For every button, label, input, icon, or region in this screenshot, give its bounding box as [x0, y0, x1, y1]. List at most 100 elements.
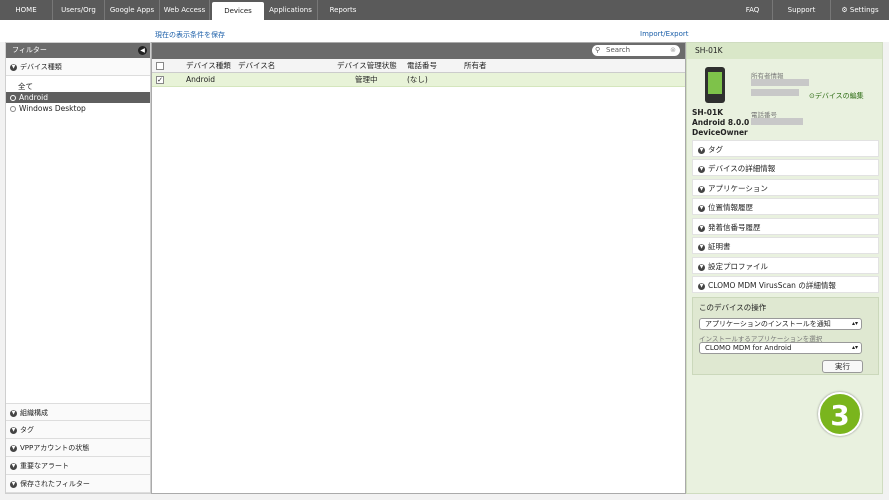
action-select-value: アプリケーションのインストールを通知	[705, 320, 831, 328]
chevron-down-icon: ▼	[698, 165, 705, 173]
accordion-applications[interactable]: ▼ アプリケーション	[692, 179, 879, 196]
save-view-link[interactable]: 現在の表示条件を保存	[155, 30, 225, 40]
accordion-virusscan-label: CLOMO MDM VirusScan の詳細情報	[708, 281, 836, 290]
step-number-badge: 3	[818, 392, 862, 436]
accordion-virusscan[interactable]: ▼ CLOMO MDM VirusScan の詳細情報	[692, 276, 879, 293]
accordion-profiles[interactable]: ▼ 設定プロファイル	[692, 257, 879, 274]
filter-android[interactable]: Android	[6, 92, 150, 103]
filter-title: フィルター	[12, 46, 47, 54]
action-select[interactable]: アプリケーションのインストールを通知 ▴▾	[699, 318, 862, 330]
device-model: SH-01K	[692, 108, 724, 117]
tab-users-org[interactable]: Users/Org	[53, 0, 105, 20]
table-header: デバイス種類 デバイス名 デバイス管理状態 電話番号 所有者	[152, 59, 685, 73]
edit-device-link[interactable]: ⊙デバイスの編集	[809, 91, 864, 101]
chevron-down-icon: ▼	[698, 146, 705, 154]
chevron-down-icon: ▼	[698, 243, 705, 251]
ops-title: このデバイスの操作	[699, 303, 767, 312]
faq-link[interactable]: FAQ	[733, 0, 773, 20]
chevron-updown-icon: ▴▾	[851, 344, 858, 351]
gear-icon: ⚙	[841, 6, 848, 14]
chevron-down-icon: ▼	[698, 282, 705, 290]
radio-icon	[10, 95, 16, 101]
chevron-down-icon: ▼	[698, 263, 705, 271]
select-all-checkbox[interactable]	[156, 62, 164, 70]
owner-info-redacted	[751, 79, 809, 86]
app-select[interactable]: CLOMO MDM for Android ▴▾	[699, 342, 862, 354]
accordion-certificates-label: 証明書	[708, 242, 731, 251]
detail-title: SH-01K	[687, 43, 882, 59]
search-placeholder: Search	[606, 46, 631, 54]
chevron-down-icon: ▼	[10, 480, 17, 488]
col-phone[interactable]: 電話番号	[407, 59, 437, 73]
device-os-version: Android 8.0.0	[692, 118, 750, 127]
filter-android-label: Android	[19, 93, 48, 102]
execute-button[interactable]: 実行	[822, 360, 863, 373]
search-icon: ⚲	[595, 46, 601, 54]
chevron-down-icon: ▼	[10, 63, 17, 71]
section-vpp[interactable]: ▼ VPPアカウントの状態	[6, 439, 150, 457]
section-saved-filter[interactable]: ▼ 保存されたフィルター	[6, 475, 150, 493]
filter-all[interactable]: 全て	[6, 81, 150, 92]
accordion-tag[interactable]: ▼ タグ	[692, 140, 879, 157]
row-checkbox[interactable]: ✓	[156, 76, 164, 84]
chevron-down-icon: ▼	[10, 462, 17, 470]
tab-google-apps[interactable]: Google Apps	[105, 0, 160, 20]
section-vpp-label: VPPアカウントの状態	[20, 444, 90, 452]
accordion-device-details[interactable]: ▼ デバイスの詳細情報	[692, 159, 879, 176]
col-owner[interactable]: 所有者	[464, 59, 487, 73]
section-org[interactable]: ▼ 組織構成	[6, 403, 150, 421]
accordion-device-details-label: デバイスの詳細情報	[708, 164, 776, 173]
search-input[interactable]: ⚲ Search ⊗	[592, 45, 680, 56]
device-list-panel: ⚲ Search ⊗ デバイス種類 デバイス名 デバイス管理状態 電話番号 所有…	[151, 42, 686, 494]
accordion-tag-label: タグ	[708, 145, 723, 154]
top-nav-bar: HOME Users/Org Google Apps Web Access De…	[0, 0, 889, 20]
list-toolbar: ⚲ Search ⊗	[152, 43, 685, 59]
app-select-value: CLOMO MDM for Android	[705, 344, 792, 352]
accordion-call-history[interactable]: ▼ 発着信番号履歴	[692, 218, 879, 235]
tab-reports[interactable]: Reports	[318, 0, 368, 20]
accordion-applications-label: アプリケーション	[708, 184, 768, 193]
section-alert-label: 重要なアラート	[20, 462, 69, 470]
section-alert[interactable]: ▼ 重要なアラート	[6, 457, 150, 475]
settings-label: Settings	[849, 6, 879, 14]
tab-applications[interactable]: Applications	[264, 0, 318, 20]
col-device-name[interactable]: デバイス名	[238, 59, 275, 73]
chevron-updown-icon: ▴▾	[851, 320, 858, 327]
phone-icon	[705, 67, 725, 103]
accordion-profiles-label: 設定プロファイル	[708, 262, 768, 271]
section-tag-label: タグ	[20, 426, 34, 434]
accordion-certificates[interactable]: ▼ 証明書	[692, 237, 879, 254]
accordion-location-history[interactable]: ▼ 位置情報履歴	[692, 198, 879, 215]
owner-info-redacted	[751, 89, 799, 96]
row-device-type: Android	[186, 75, 215, 84]
section-tag[interactable]: ▼ タグ	[6, 421, 150, 439]
edit-device-label: デバイスの編集	[814, 92, 864, 100]
support-link[interactable]: Support	[773, 0, 831, 20]
accordion-call-history-label: 発着信番号履歴	[708, 223, 761, 232]
col-management-state[interactable]: デバイス管理状態	[337, 59, 397, 73]
device-summary: SH-01K Android 8.0.0 DeviceOwner	[692, 108, 749, 138]
settings-link[interactable]: ⚙ Settings	[831, 0, 889, 20]
row-management-state: 管理中	[355, 75, 378, 84]
sidebar-bottom-sections: ▼ 組織構成 ▼ タグ ▼ VPPアカウントの状態 ▼ 重要なアラート ▼ 保存されたフィ…	[6, 403, 150, 493]
radio-icon	[10, 106, 16, 112]
collapse-icon[interactable]: ◀	[138, 46, 147, 55]
tab-devices[interactable]: Devices	[212, 2, 264, 20]
import-export-link[interactable]: Import/Export	[640, 30, 689, 38]
section-device-type[interactable]: ▼ デバイス種類	[6, 58, 150, 76]
clear-icon[interactable]: ⊗	[670, 45, 676, 56]
row-phone: (なし)	[407, 75, 428, 84]
filter-windows[interactable]: Windows Desktop	[6, 103, 150, 114]
chevron-down-icon: ▼	[698, 204, 705, 212]
section-device-type-label: デバイス種類	[20, 63, 62, 71]
phone-redacted	[751, 118, 803, 125]
tab-home[interactable]: HOME	[0, 0, 53, 20]
filter-windows-label: Windows Desktop	[19, 104, 86, 113]
table-row[interactable]: ✓ Android 管理中 (なし)	[152, 73, 685, 87]
chevron-down-icon: ▼	[10, 409, 17, 417]
col-device-type[interactable]: デバイス種類	[186, 59, 231, 73]
accordion-location-history-label: 位置情報履歴	[708, 203, 753, 212]
tab-web-access[interactable]: Web Access	[160, 0, 210, 20]
section-org-label: 組織構成	[20, 409, 48, 417]
chevron-down-icon: ▼	[698, 224, 705, 232]
